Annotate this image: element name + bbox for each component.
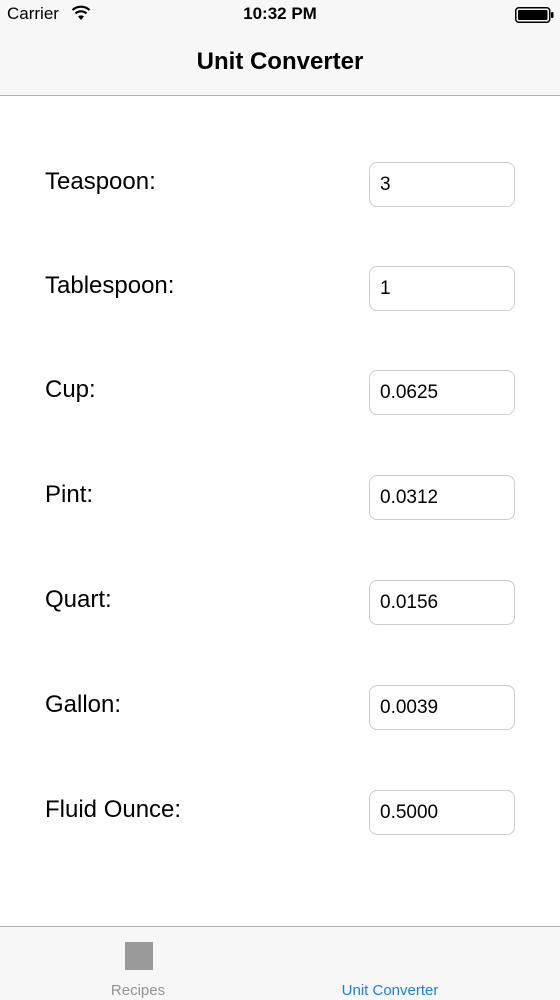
- cup-label: Cup:: [45, 376, 96, 403]
- cup-field[interactable]: [369, 370, 515, 415]
- tab-unit-converter[interactable]: Unit Converter: [280, 927, 560, 1000]
- quart-label: Quart:: [45, 586, 112, 613]
- row-fluid-ounce: Fluid Ounce:: [0, 790, 560, 836]
- row-cup: Cup:: [0, 370, 560, 416]
- tab-recipes[interactable]: Recipes: [0, 927, 280, 1000]
- battery-icon: [515, 7, 554, 23]
- status-bar: Carrier 10:32 PM: [0, 0, 560, 30]
- page-title: Unit Converter: [196, 48, 364, 75]
- unit-converter-screen: Carrier 10:32 PM Unit Converter Teaspoon…: [0, 0, 560, 1000]
- row-teaspoon: Teaspoon:: [0, 162, 560, 208]
- quart-field[interactable]: [369, 580, 515, 625]
- fluid-ounce-field[interactable]: [369, 790, 515, 835]
- navigation-bar: Unit Converter: [0, 30, 560, 96]
- tablespoon-label: Tablespoon:: [45, 272, 175, 299]
- gallon-field[interactable]: [369, 685, 515, 730]
- tab-bar: Recipes Unit Converter: [0, 926, 560, 1000]
- gallon-label: Gallon:: [45, 691, 122, 718]
- row-quart: Quart:: [0, 580, 560, 626]
- fluid-ounce-label: Fluid Ounce:: [45, 796, 182, 823]
- tab-recipes-label: Recipes: [110, 982, 166, 999]
- converter-form: Teaspoon: Tablespoon: Cup: Pint: Quart: …: [0, 96, 560, 926]
- pint-label: Pint:: [45, 481, 94, 508]
- row-pint: Pint:: [0, 475, 560, 521]
- row-gallon: Gallon:: [0, 685, 560, 731]
- tablespoon-field[interactable]: [369, 266, 515, 311]
- row-tablespoon: Tablespoon:: [0, 266, 560, 312]
- teaspoon-field[interactable]: [369, 162, 515, 207]
- recipes-tab-icon: [125, 942, 153, 970]
- status-time: 10:32 PM: [243, 4, 317, 23]
- pint-field[interactable]: [369, 475, 515, 520]
- tab-unit-converter-label: Unit Converter: [341, 982, 439, 999]
- teaspoon-label: Teaspoon:: [45, 168, 156, 195]
